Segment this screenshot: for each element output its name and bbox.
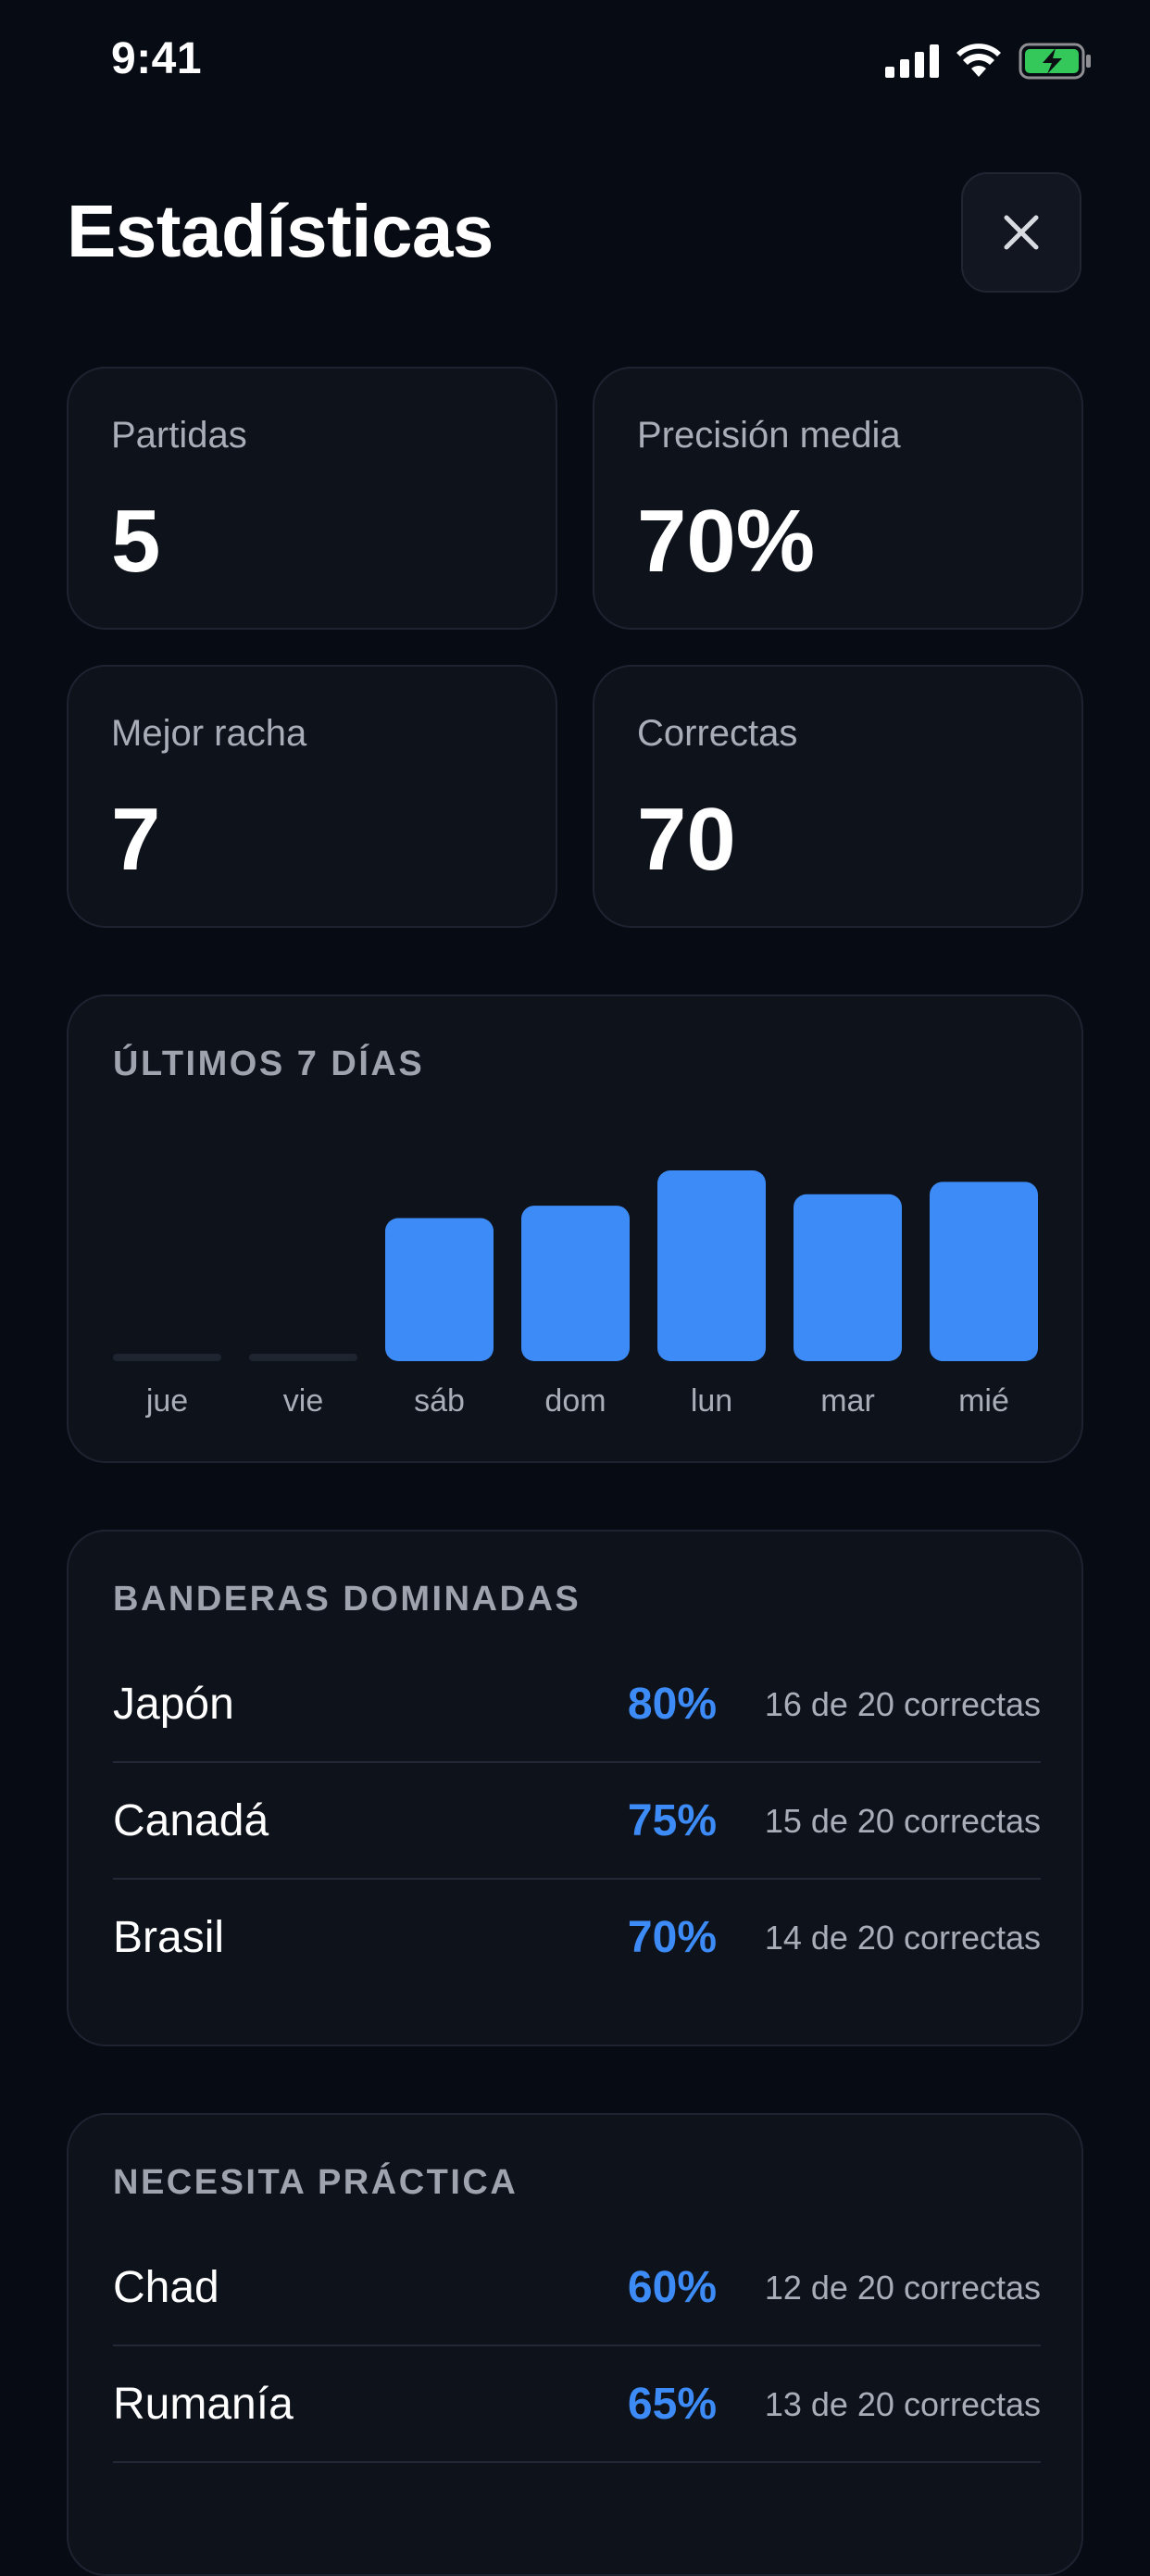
flag-name: Rumanía (113, 2380, 294, 2429)
flag-accuracy: 75% (627, 1796, 717, 1845)
needs-practice-card: NECESITA PRÁCTICA Chad 60% 12 de 20 corr… (67, 2113, 1083, 2576)
chart-bar (794, 1194, 902, 1361)
flag-name: Chad (113, 2263, 219, 2312)
flag-correct-count: 16 de 20 correctas (764, 1685, 1041, 1723)
chart-tick-label: sáb (414, 1383, 465, 1419)
stat-card-best-streak: Mejor racha 7 (67, 665, 557, 928)
stat-card-games: Partidas 5 (67, 367, 557, 630)
chart-tick-label: mar (820, 1383, 875, 1419)
list-item[interactable]: Canadá 75% 15 de 20 correctas (113, 1763, 1041, 1880)
status-bar: 9:41 (0, 0, 1150, 122)
status-icons (885, 43, 1093, 80)
flag-name: Brasil (113, 1913, 225, 1962)
flag-accuracy: 65% (627, 2380, 717, 2429)
list-item[interactable]: Chad 60% 12 de 20 correctas (113, 2230, 1041, 2346)
chart-bar (521, 1206, 630, 1361)
stat-card-accuracy: Precisión media 70% (593, 367, 1083, 630)
flag-accuracy: 70% (627, 1913, 717, 1962)
list-item[interactable]: Rumanía 65% 13 de 20 correctas (113, 2346, 1041, 2463)
flag-correct-count: 14 de 20 correctas (764, 1919, 1041, 1957)
stat-label: Correctas (637, 713, 798, 754)
stat-value: 70% (637, 492, 816, 591)
flag-name: Japón (113, 1680, 234, 1729)
mastered-flags-card: BANDERAS DOMINADAS Japón 80% 16 de 20 co… (67, 1530, 1083, 2046)
wifi-icon (956, 44, 1001, 77)
mastered-list: Japón 80% 16 de 20 correctas Canadá 75% … (113, 1646, 1041, 1996)
flag-correct-count: 12 de 20 correctas (764, 2269, 1041, 2307)
page-title: Estadísticas (67, 190, 494, 272)
flag-correct-count: 15 de 20 correctas (764, 1802, 1041, 1840)
chart-tick-label: dom (544, 1383, 606, 1419)
flag-correct-count: 13 de 20 correctas (764, 2385, 1041, 2423)
stat-label: Mejor racha (111, 713, 307, 754)
stat-value: 5 (111, 492, 161, 591)
weekly-chart-card: ÚLTIMOS 7 DÍAS jue vie sáb dom lun mar mié (67, 994, 1083, 1463)
status-time: 9:41 (111, 34, 203, 83)
weekly-bar-chart: jue vie sáb dom lun mar mié (113, 1170, 1038, 1419)
section-title: NECESITA PRÁCTICA (113, 2163, 519, 2202)
practice-list: Chad 60% 12 de 20 correctas Rumanía 65% … (113, 2230, 1041, 2463)
flag-accuracy: 80% (627, 1680, 717, 1729)
stat-label: Precisión media (637, 415, 901, 456)
chart-bar (657, 1170, 766, 1361)
chart-bar (385, 1218, 494, 1361)
stat-card-correct: Correctas 70 (593, 665, 1083, 928)
chart-bar (930, 1182, 1038, 1361)
flag-name: Canadá (113, 1796, 269, 1845)
section-title: BANDERAS DOMINADAS (113, 1580, 581, 1619)
chart-tick-label: lun (691, 1383, 732, 1419)
battery-charging-icon (1019, 43, 1091, 80)
chart-tick-label: vie (283, 1383, 323, 1419)
list-item[interactable]: Japón 80% 16 de 20 correctas (113, 1646, 1041, 1763)
chart-tick-label: mié (958, 1383, 1009, 1419)
chart-bar (113, 1354, 221, 1361)
chart-bar (249, 1354, 357, 1361)
flag-accuracy: 60% (627, 2263, 717, 2312)
list-item[interactable]: Brasil 70% 14 de 20 correctas (113, 1880, 1041, 1996)
close-icon (1004, 215, 1039, 250)
chart-tick-label: jue (145, 1383, 188, 1419)
stat-label: Partidas (111, 415, 247, 456)
signal-icon (885, 44, 939, 78)
close-button[interactable] (961, 172, 1081, 293)
stat-value: 7 (111, 790, 161, 889)
stat-value: 70 (637, 790, 736, 889)
